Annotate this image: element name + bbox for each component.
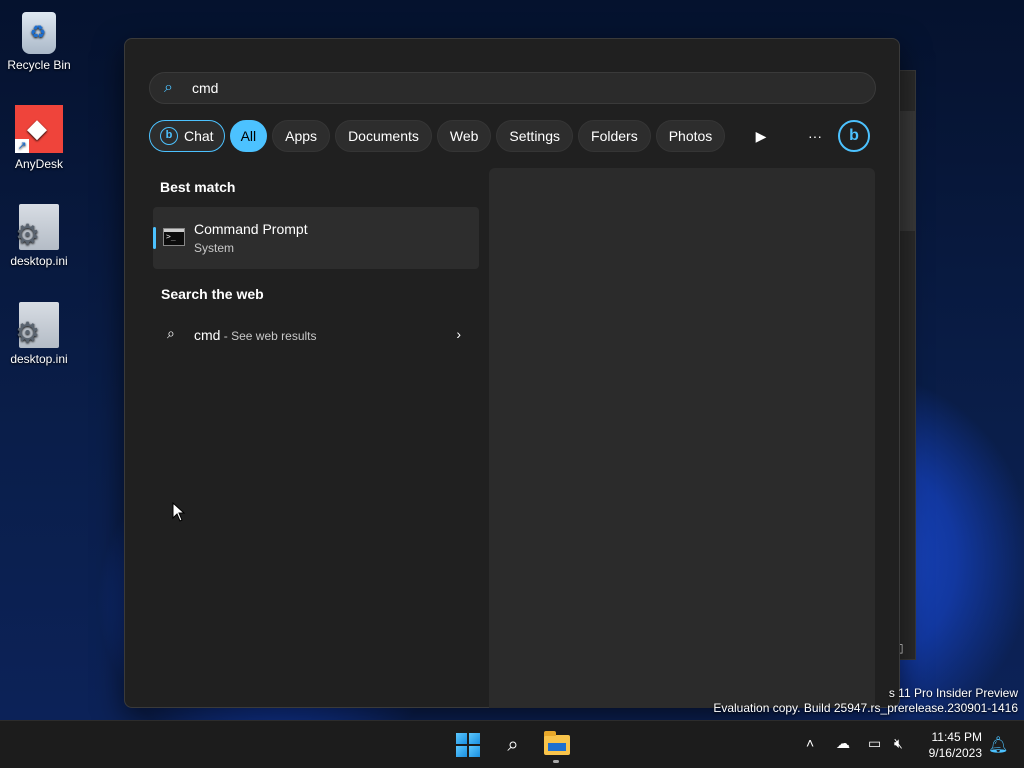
- filter-label: Web: [449, 128, 479, 144]
- desktop-icon-label: desktop.ini: [10, 352, 68, 366]
- windows-logo-icon: [456, 733, 480, 757]
- desktop-icon-desktop-ini-2[interactable]: desktop.ini: [0, 302, 78, 366]
- anydesk-icon: ↗: [15, 105, 63, 153]
- start-button[interactable]: [448, 725, 488, 765]
- filter-label: Settings: [509, 128, 561, 144]
- result-name: Command Prompt: [194, 221, 308, 237]
- desktop-icon-label: Recycle Bin: [7, 58, 71, 72]
- onedrive-icon[interactable]: ☁: [836, 735, 850, 752]
- volume-muted-icon[interactable]: 🔇︎: [894, 735, 903, 752]
- watermark-line-2: Evaluation copy. Build 25947.rs_prerelea…: [713, 701, 1018, 715]
- show-hidden-icons-button[interactable]: ˄: [806, 735, 814, 751]
- search-icon: ⌕: [507, 733, 519, 756]
- web-result-text: cmd - See web results: [194, 327, 317, 343]
- background-window-scrollbar: [899, 111, 915, 231]
- filter-web[interactable]: Web: [436, 120, 492, 152]
- web-search-result[interactable]: ⌕ cmd - See web results ›: [153, 319, 479, 351]
- best-match-heading: Best match: [160, 179, 236, 195]
- recycle-bin-icon: [22, 12, 56, 54]
- selection-indicator: [153, 227, 156, 249]
- filter-folders[interactable]: Folders: [578, 120, 651, 152]
- filter-documents[interactable]: Documents: [335, 120, 432, 152]
- taskbar-search-button[interactable]: ⌕: [493, 725, 533, 765]
- search-panel: ⌕ b Chat All Apps Documents Web Settings…: [124, 38, 900, 708]
- filter-apps[interactable]: Apps: [272, 120, 331, 152]
- search-icon: ⌕: [164, 79, 173, 96]
- filter-label: Photos: [668, 128, 713, 144]
- bing-button[interactable]: b: [838, 120, 870, 152]
- web-result-suffix: - See web results: [220, 329, 317, 343]
- result-subtitle: System: [194, 241, 235, 255]
- clock-time: 11:45 PM: [931, 730, 982, 744]
- chevron-right-icon: ›: [456, 326, 461, 342]
- desktop-icon-recycle-bin[interactable]: Recycle Bin: [0, 8, 78, 72]
- filter-label: All: [240, 128, 257, 144]
- web-query: cmd: [194, 327, 221, 343]
- desktop-icon-desktop-ini-1[interactable]: desktop.ini: [0, 204, 78, 268]
- best-match-result[interactable]: Command Prompt System: [153, 207, 479, 269]
- watermark-line-1: s 11 Pro Insider Preview: [888, 686, 1018, 700]
- ellipsis-icon: ···: [808, 128, 822, 144]
- notification-bell-icon[interactable]: 🔔︎: [988, 735, 1008, 755]
- network-icon[interactable]: ▭: [868, 735, 881, 752]
- desktop-icon-anydesk[interactable]: ↗ AnyDesk: [0, 105, 78, 171]
- search-input[interactable]: [192, 80, 792, 96]
- settings-file-icon: [15, 204, 59, 251]
- filter-label: Chat: [184, 128, 214, 144]
- filter-label: Folders: [591, 128, 638, 144]
- clock[interactable]: 11:45 PM 9/16/2023: [922, 729, 982, 761]
- bing-icon: b: [849, 127, 859, 144]
- preview-pane: [489, 168, 875, 708]
- more-filters-button[interactable]: ▶: [745, 120, 777, 152]
- filter-bar: b Chat All Apps Documents Web Settings F…: [149, 120, 726, 152]
- more-options-button[interactable]: ···: [799, 120, 831, 152]
- filter-all[interactable]: All: [229, 120, 268, 152]
- desktop-icon-label: desktop.ini: [10, 254, 68, 268]
- search-icon: ⌕: [167, 325, 175, 341]
- running-indicator: [553, 760, 559, 763]
- bing-chat-icon: b: [160, 127, 178, 145]
- play-icon: ▶: [755, 127, 767, 144]
- file-explorer-icon: [544, 731, 570, 755]
- clock-date: 9/16/2023: [928, 746, 982, 760]
- settings-file-icon: [15, 302, 59, 349]
- taskbar: ⌕ ˄ ☁ ▭ 🔇︎ 11:45 PM 9/16/2023 🔔︎: [0, 720, 1024, 768]
- search-web-heading: Search the web: [161, 286, 264, 302]
- command-prompt-icon: [163, 228, 185, 246]
- desktop-icon-label: AnyDesk: [14, 157, 64, 171]
- filter-settings[interactable]: Settings: [496, 120, 574, 152]
- filter-label: Apps: [285, 128, 318, 144]
- filter-photos[interactable]: Photos: [655, 120, 726, 152]
- file-explorer-button[interactable]: [537, 725, 577, 765]
- filter-label: Documents: [348, 128, 419, 144]
- filter-chat[interactable]: b Chat: [149, 120, 225, 152]
- search-box[interactable]: ⌕: [149, 72, 876, 104]
- shortcut-arrow-icon: ↗: [15, 139, 29, 153]
